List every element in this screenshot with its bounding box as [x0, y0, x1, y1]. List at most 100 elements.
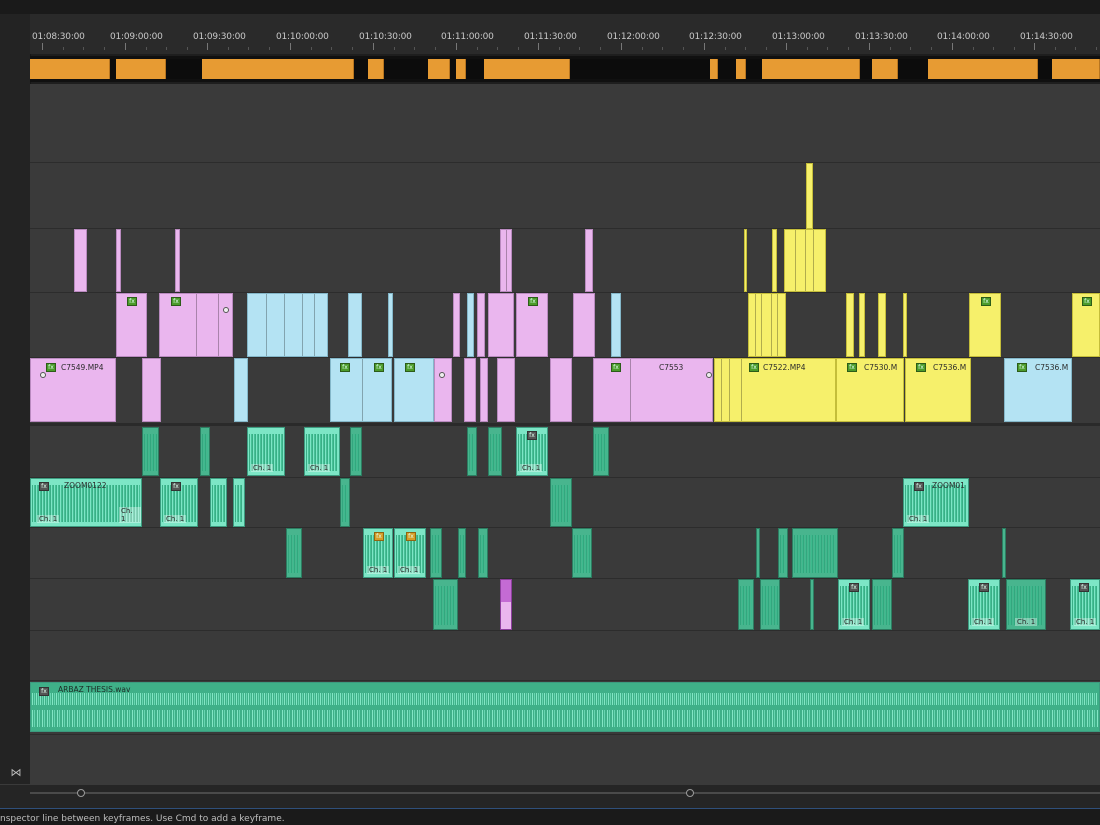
audio-clip[interactable]: Ch. 1: [304, 427, 340, 476]
ruler-minor-tick: [187, 47, 188, 50]
video-clip[interactable]: [550, 358, 572, 422]
video-clip-c7530[interactable]: fx C7530.M: [836, 358, 904, 422]
video-clip[interactable]: [500, 229, 512, 292]
unrendered-segment: [570, 59, 710, 79]
audio-clip[interactable]: [778, 528, 788, 578]
video-clip[interactable]: [464, 358, 476, 422]
audio-clip[interactable]: [756, 528, 760, 578]
video-clip[interactable]: [388, 293, 393, 357]
audio-clip[interactable]: [572, 528, 592, 578]
audio-clip[interactable]: [892, 528, 904, 578]
video-clip[interactable]: [846, 293, 854, 357]
channel-label: Ch. 1: [308, 464, 331, 472]
video-clip[interactable]: [480, 358, 488, 422]
audio-clip[interactable]: [738, 579, 754, 630]
timeline-tracks[interactable]: fx fx fx fx fx fx C7549.MP4 fx fx fx fx C75…: [30, 84, 1100, 784]
audio-clip[interactable]: [350, 427, 362, 476]
audio-clip[interactable]: fx Ch. 1: [516, 427, 548, 476]
audio-clip[interactable]: [200, 427, 210, 476]
video-clip[interactable]: [116, 229, 121, 292]
keyframe[interactable]: [439, 372, 445, 378]
audio-clip[interactable]: [1002, 528, 1006, 578]
audio-clip[interactable]: [792, 528, 838, 578]
audio-clip[interactable]: [810, 579, 814, 630]
video-clip[interactable]: [585, 229, 593, 292]
video-clip[interactable]: [573, 293, 595, 357]
video-clip[interactable]: [453, 293, 460, 357]
audio-clip[interactable]: Ch. 1: [247, 427, 285, 476]
audio-clip[interactable]: [467, 427, 477, 476]
video-clip[interactable]: [878, 293, 886, 357]
video-clip[interactable]: [234, 358, 248, 422]
ruler-minor-tick: [745, 47, 746, 50]
audio-clip[interactable]: fx Ch. 1: [363, 528, 393, 578]
audio-clip-arbaz-thesis[interactable]: fx ARBAZ THESIS.wav: [30, 682, 1100, 732]
video-clip[interactable]: fx: [969, 293, 1001, 357]
video-clip[interactable]: [477, 293, 485, 357]
video-clip[interactable]: [784, 229, 826, 292]
audio-clip[interactable]: [286, 528, 302, 578]
video-clip[interactable]: fx: [159, 293, 233, 357]
video-clip-c7549[interactable]: fx C7549.MP4: [30, 358, 116, 422]
audio-clip[interactable]: [340, 478, 350, 527]
audio-clip[interactable]: fx Ch. 1: [968, 579, 1000, 630]
video-clip[interactable]: [74, 229, 87, 292]
video-clip-c7553[interactable]: fx C7553: [593, 358, 713, 422]
video-clip[interactable]: [142, 358, 161, 422]
video-clip[interactable]: fx: [394, 358, 434, 422]
audio-clip[interactable]: fx Ch. 1: [1070, 579, 1100, 630]
scroll-handle-right[interactable]: [686, 789, 694, 797]
audio-clip[interactable]: fx Ch. 1: [394, 528, 426, 578]
audio-clip[interactable]: [430, 528, 442, 578]
video-clip[interactable]: [903, 293, 907, 357]
audio-clip-zoom01[interactable]: fx ZOOM01 Ch. 1: [903, 478, 969, 527]
audio-clip[interactable]: [760, 579, 780, 630]
video-clip[interactable]: [611, 293, 621, 357]
video-clip-c7522[interactable]: fx C7522.MP4: [714, 358, 836, 422]
video-clip[interactable]: [748, 293, 786, 357]
audio-clip[interactable]: [478, 528, 488, 578]
keyframe[interactable]: [706, 372, 712, 378]
video-clip[interactable]: [247, 293, 328, 357]
video-clip[interactable]: [806, 163, 813, 229]
audio-clip[interactable]: [872, 579, 892, 630]
audio-clip[interactable]: [550, 478, 572, 527]
audio-clip[interactable]: [142, 427, 159, 476]
fx-badge: fx: [127, 297, 137, 306]
audio-clip[interactable]: [233, 478, 245, 527]
video-clip[interactable]: [744, 229, 747, 292]
scroll-handle-left[interactable]: [77, 789, 85, 797]
video-clip[interactable]: [488, 293, 514, 357]
audio-clip[interactable]: [488, 427, 502, 476]
video-clip[interactable]: [175, 229, 180, 292]
snap-icon[interactable]: ⋈: [8, 766, 24, 780]
video-clip-c7536[interactable]: fx C7536.M: [1004, 358, 1072, 422]
ruler-label: 01:14:30:00: [1020, 32, 1073, 42]
video-clip[interactable]: fx fx: [330, 358, 392, 422]
audio-clip[interactable]: fx Ch. 1: [160, 478, 198, 527]
video-clip[interactable]: fx: [116, 293, 147, 357]
audio-clip[interactable]: fx Ch. 1: [838, 579, 870, 630]
video-clip[interactable]: fx: [1072, 293, 1100, 357]
time-ruler[interactable]: 01:08:30:00 01:09:00:00 01:09:30:00 01:1…: [30, 14, 1100, 54]
video-clip[interactable]: [772, 229, 777, 292]
video-clip[interactable]: [348, 293, 362, 357]
video-clip[interactable]: [434, 358, 452, 422]
audio-clip[interactable]: [458, 528, 466, 578]
video-clip[interactable]: [497, 358, 515, 422]
track-header-column[interactable]: [0, 14, 31, 784]
video-clip[interactable]: [859, 293, 865, 357]
keyframe[interactable]: [40, 372, 46, 378]
video-clip[interactable]: fx: [516, 293, 548, 357]
video-clip[interactable]: [500, 579, 512, 630]
video-clip-c7536[interactable]: fx C7536.M: [905, 358, 971, 422]
audio-clip[interactable]: [210, 478, 227, 527]
audio-clip[interactable]: [593, 427, 609, 476]
audio-clip[interactable]: [433, 579, 458, 630]
keyframe[interactable]: [223, 307, 229, 313]
video-clip[interactable]: [467, 293, 474, 357]
horizontal-scrollbar[interactable]: [30, 789, 1100, 797]
unrendered-segment: [860, 59, 872, 79]
audio-clip-zoom0122[interactable]: fx ZOOM0122 Ch. 1 Ch. 1: [30, 478, 142, 527]
audio-clip[interactable]: Ch. 1: [1006, 579, 1046, 630]
